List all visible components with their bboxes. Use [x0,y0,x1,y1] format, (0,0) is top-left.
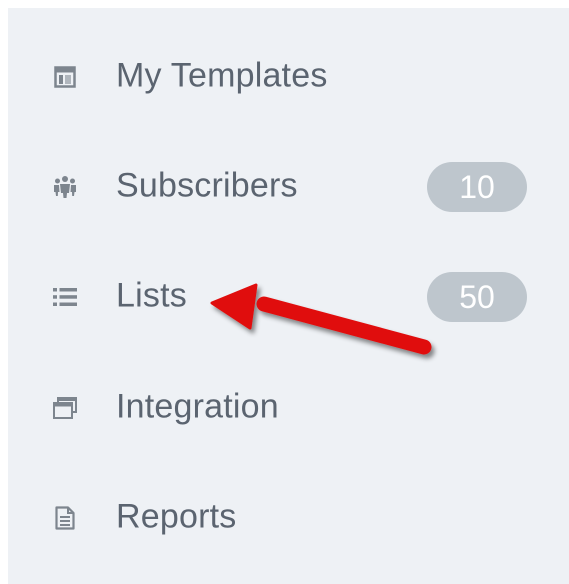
nav-label: Lists [116,276,187,315]
sidebar-nav: My Templates Subscribers 10 Lists 50 Int… [8,8,569,584]
nav-label: My Templates [116,56,328,95]
nav-label: Integration [116,387,279,426]
count-badge: 50 [427,272,527,322]
document-icon [53,506,77,530]
nav-label: Reports [116,497,237,536]
window-stack-icon [53,396,77,420]
nav-label: Subscribers [116,166,298,205]
nav-item-reports[interactable]: Reports [8,463,569,573]
count-badge: 10 [427,162,527,212]
nav-item-my-templates[interactable]: My Templates [8,22,569,132]
template-icon [53,65,77,89]
nav-item-integration[interactable]: Integration [8,353,569,463]
users-icon [53,175,77,199]
list-icon [53,285,77,309]
nav-item-subscribers[interactable]: Subscribers 10 [8,132,569,242]
nav-item-lists[interactable]: Lists 50 [8,242,569,352]
